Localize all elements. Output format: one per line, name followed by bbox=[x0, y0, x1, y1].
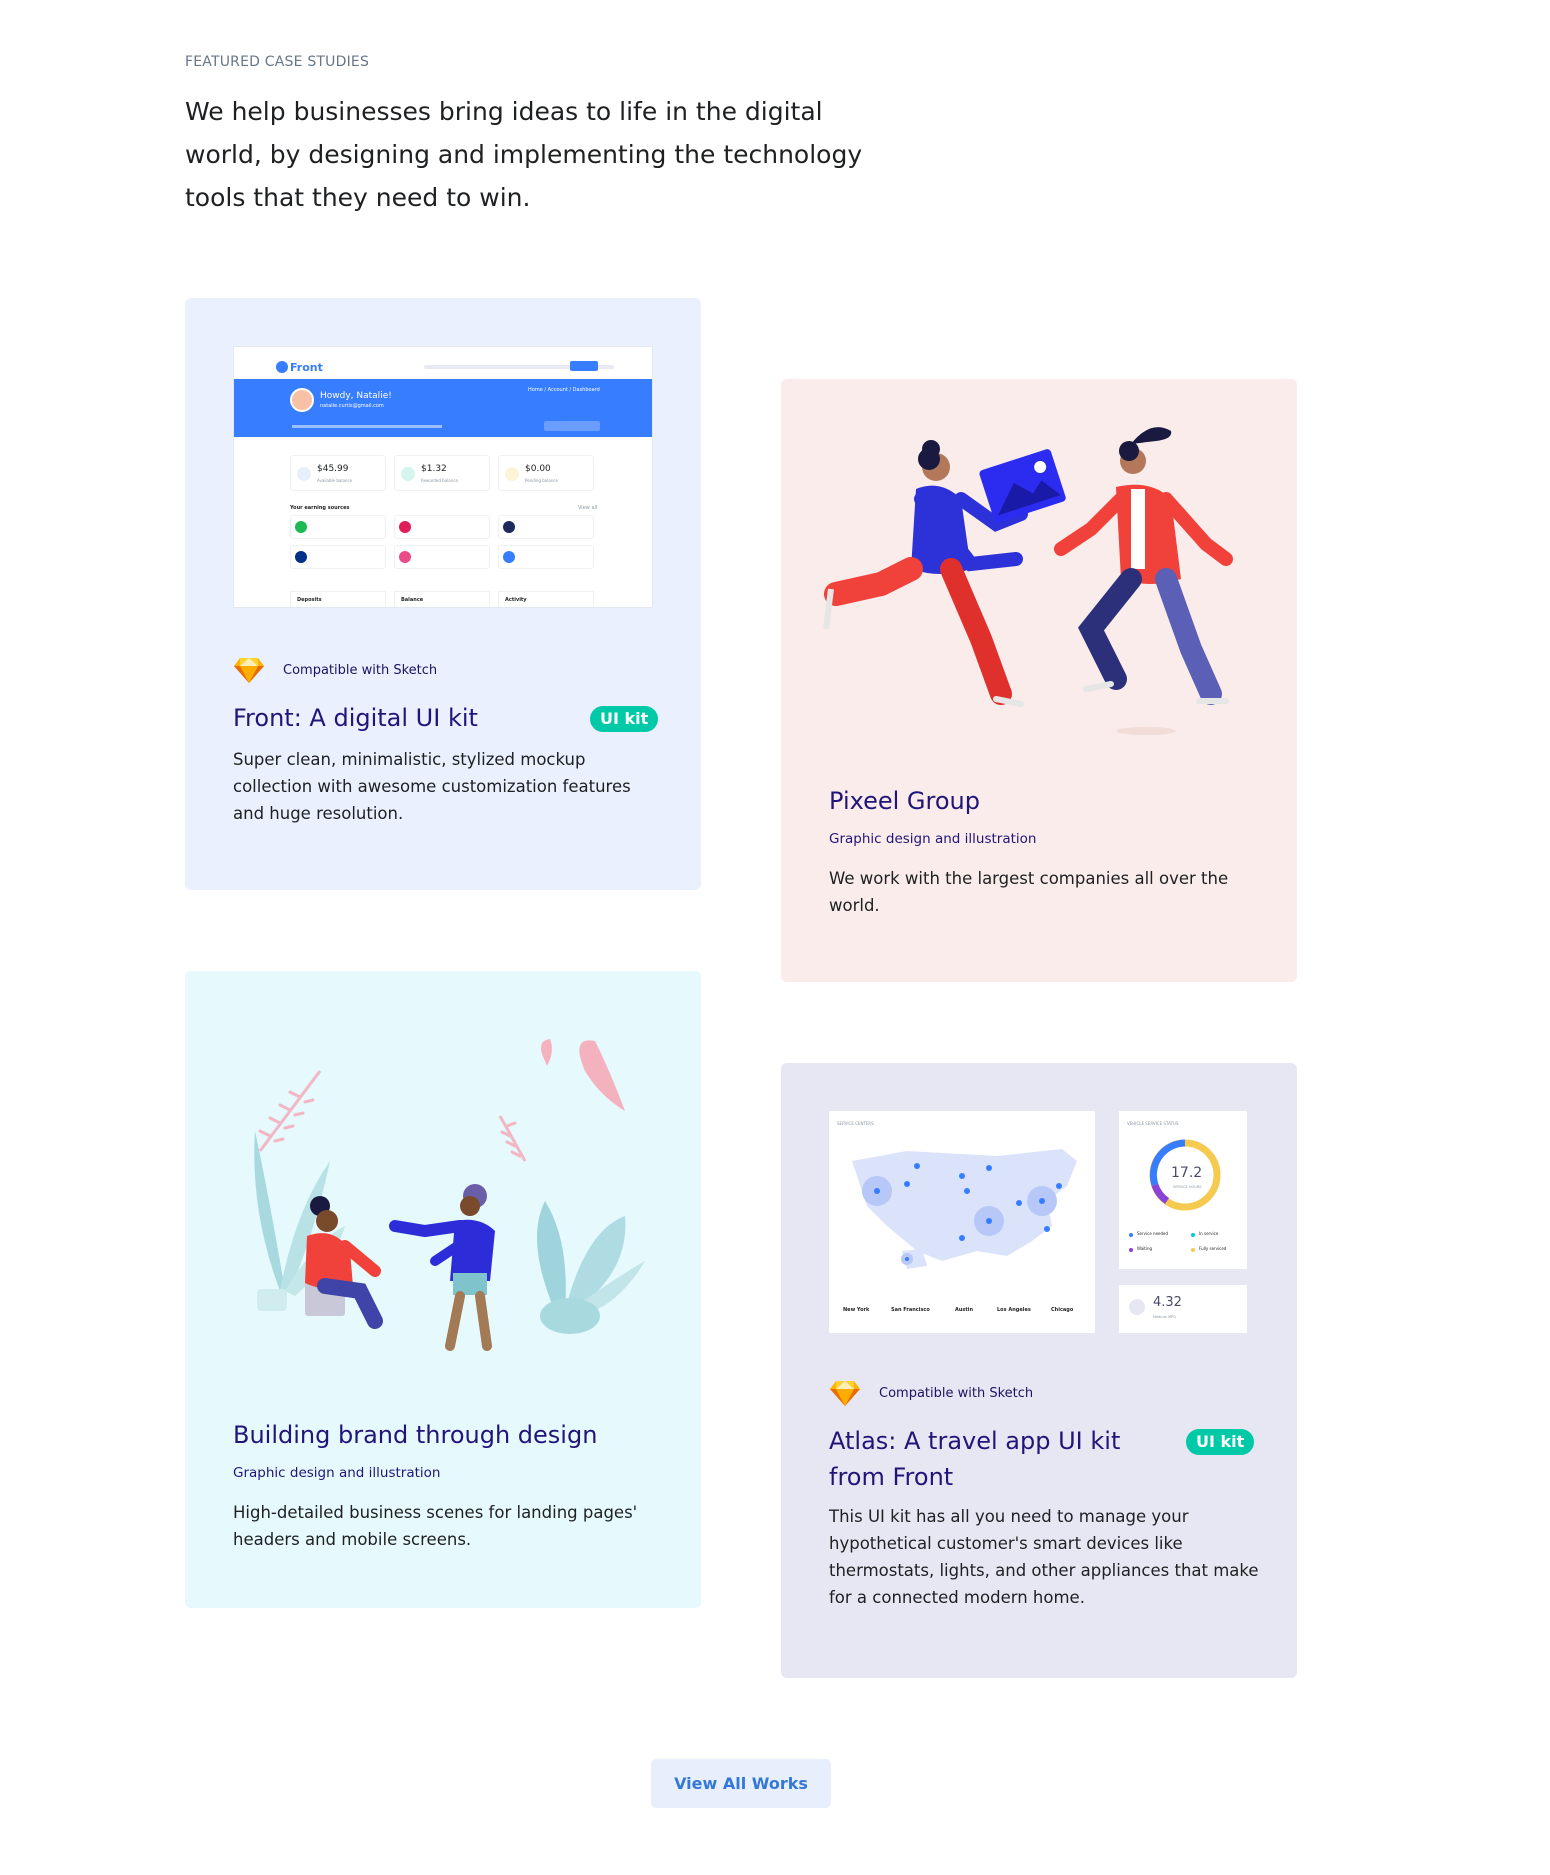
sketch-icon bbox=[234, 658, 264, 683]
city-label: New York bbox=[843, 1307, 870, 1313]
gauge-value: 17.2 bbox=[1171, 1165, 1203, 1181]
city-label: Chicago bbox=[1051, 1307, 1074, 1313]
stat-value: $45.99 bbox=[317, 464, 349, 474]
card-title[interactable]: Building brand through design bbox=[233, 1417, 597, 1453]
sketch-compat: Compatible with Sketch bbox=[233, 654, 437, 686]
sketch-compat: Compatible with Sketch bbox=[829, 1377, 1033, 1409]
card-description: We work with the largest companies all o… bbox=[829, 869, 1229, 915]
front-dashboard-mockup: Front Howdy, Natalie! natalie.curtis@gma… bbox=[233, 346, 653, 608]
card-subtitle: Graphic design and illustration bbox=[829, 831, 1037, 847]
card-title[interactable]: Pixeel Group bbox=[829, 783, 980, 819]
case-study-card-front[interactable]: Front Howdy, Natalie! natalie.curtis@gma… bbox=[185, 298, 701, 890]
metric-value: 4.32 bbox=[1153, 1295, 1182, 1310]
ui-kit-badge: UI kit bbox=[590, 706, 659, 732]
atlas-map-mockup: SERVICE CENTERS New York San Francisco A… bbox=[829, 1111, 1095, 1333]
mockup-greeting: Howdy, Natalie! bbox=[320, 391, 392, 401]
card-subtitle: Graphic design and illustration bbox=[233, 1465, 441, 1481]
compat-label: Compatible with Sketch bbox=[879, 1385, 1034, 1401]
city-label: Austin bbox=[955, 1307, 974, 1313]
ui-kit-badge: UI kit bbox=[1186, 1429, 1255, 1455]
earning-sources-title: Your earning sources bbox=[290, 505, 350, 511]
atlas-status-mockup: VEHICLE SERVICE STATUS 17.2 SERVICE HOUR… bbox=[1119, 1111, 1247, 1269]
section-headline: We help businesses bring ideas to life i… bbox=[185, 97, 863, 212]
card-title[interactable]: Atlas: A travel app UI kit from Front bbox=[829, 1423, 1149, 1495]
compat-label: Compatible with Sketch bbox=[283, 662, 438, 678]
card-description: This UI kit has all you need to manage y… bbox=[829, 1507, 1259, 1607]
view-all-works-button[interactable]: View All Works bbox=[651, 1759, 831, 1808]
card-description: High-detailed business scenes for landin… bbox=[233, 1503, 638, 1549]
mockup-brand: Front bbox=[290, 361, 323, 374]
atlas-metric-mockup: 4.32 Medium MPG bbox=[1119, 1285, 1247, 1333]
mockup-email: natalie.curtis@gmail.com bbox=[320, 403, 384, 409]
us-map bbox=[852, 1149, 1077, 1269]
case-study-card-atlas[interactable]: SERVICE CENTERS New York San Francisco A… bbox=[781, 1063, 1297, 1678]
case-study-card-pixeel[interactable]: Pixeel Group Graphic design and illustra… bbox=[781, 379, 1297, 982]
city-label: Los Angeles bbox=[997, 1307, 1031, 1313]
card-title[interactable]: Front: A digital UI kit bbox=[233, 700, 478, 736]
view-all-link[interactable]: View all bbox=[578, 505, 597, 511]
sketch-icon bbox=[830, 1381, 860, 1406]
section-eyebrow: FEATURED CASE STUDIES bbox=[185, 54, 370, 70]
card-description: Super clean, minimalistic, stylized mock… bbox=[233, 750, 631, 823]
team-illustration bbox=[823, 427, 1233, 735]
brand-illustration bbox=[254, 1039, 645, 1351]
stat-value: $0.00 bbox=[525, 464, 551, 474]
mockup-breadcrumb: Home / Account / Dashboard bbox=[528, 387, 600, 393]
stat-value: $1.32 bbox=[421, 464, 447, 474]
case-study-card-brand[interactable]: Building brand through design Graphic de… bbox=[185, 971, 701, 1608]
city-label: San Francisco bbox=[891, 1307, 930, 1313]
